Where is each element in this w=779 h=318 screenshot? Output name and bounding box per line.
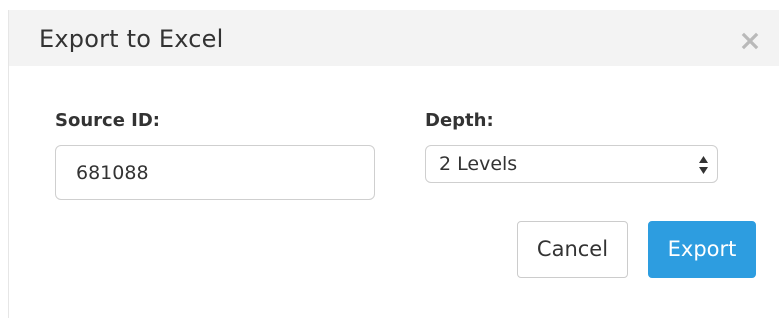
depth-select-value: 2 Levels: [439, 153, 518, 175]
depth-label: Depth:: [425, 110, 494, 131]
cancel-button[interactable]: Cancel: [517, 221, 628, 278]
dialog-header: Export to Excel: [9, 10, 779, 66]
dialog-title: Export to Excel: [39, 25, 224, 53]
depth-select[interactable]: 2 Levels: [425, 145, 718, 183]
close-icon[interactable]: [738, 29, 762, 53]
select-arrows-icon: [698, 155, 709, 175]
source-id-input[interactable]: [55, 145, 375, 200]
source-id-label: Source ID:: [55, 110, 161, 131]
export-dialog: Export to Excel Source ID: Depth: 2 Leve…: [8, 10, 779, 318]
export-button[interactable]: Export: [648, 221, 756, 278]
